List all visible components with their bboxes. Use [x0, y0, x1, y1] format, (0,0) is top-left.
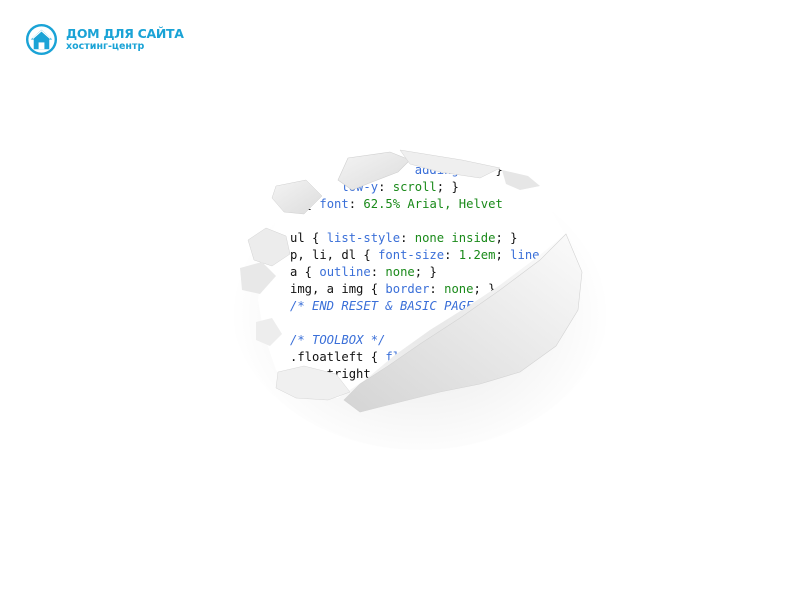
paper-flaps: [240, 149, 583, 413]
torn-paper-illustration: adding: 0; } low-y: scroll; } { font: 62…: [0, 0, 800, 600]
